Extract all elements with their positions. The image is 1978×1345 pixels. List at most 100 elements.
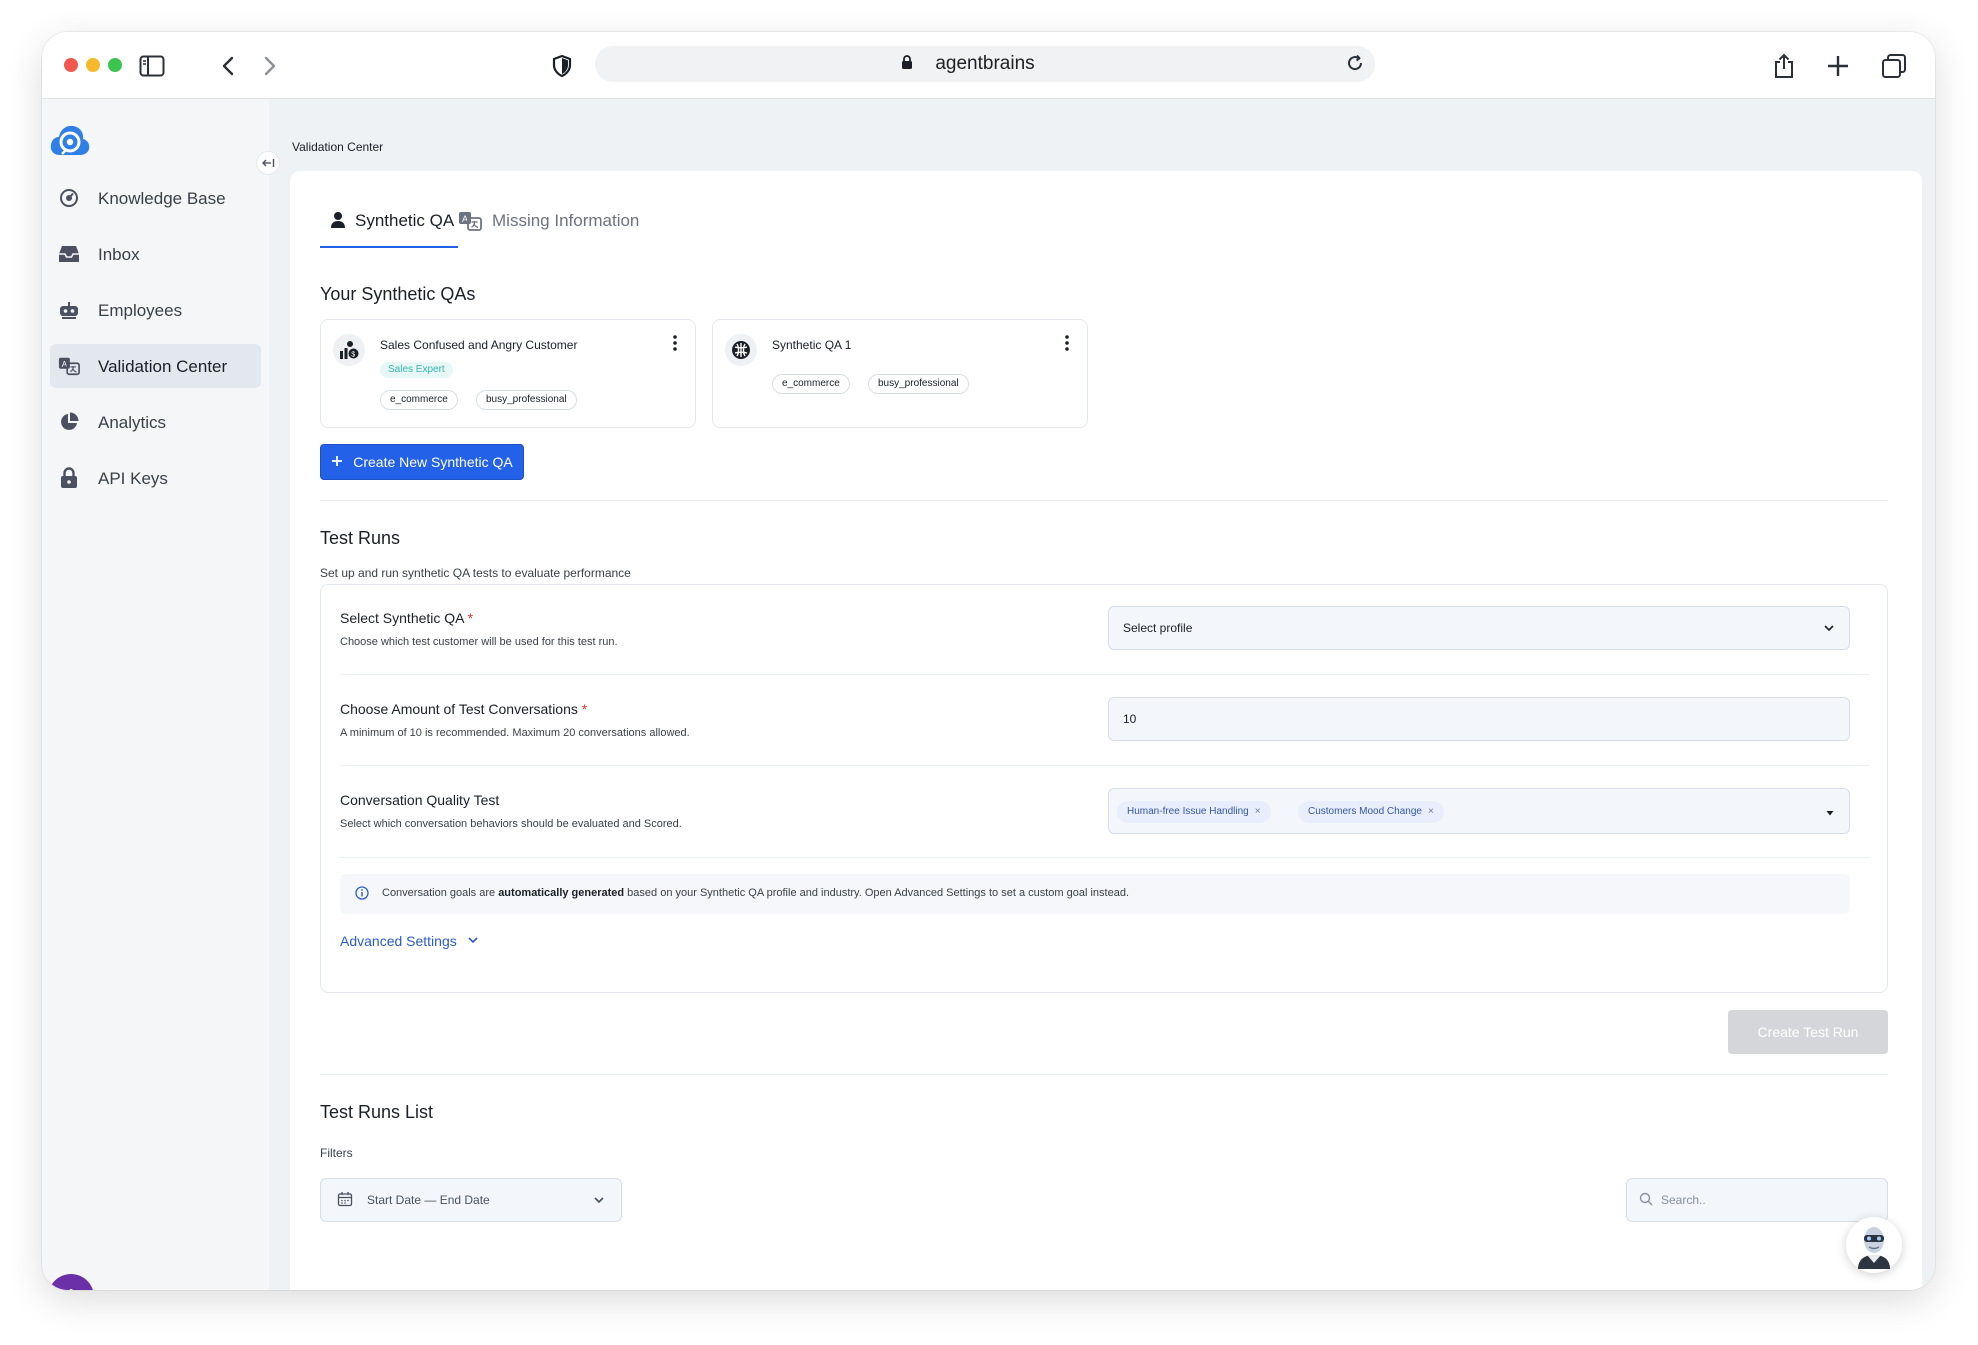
reload-icon[interactable] xyxy=(1345,53,1365,78)
section-divider xyxy=(320,500,1888,501)
plus-icon xyxy=(331,454,343,470)
dropdown-value: Select profile xyxy=(1123,621,1193,635)
selected-tag[interactable]: Human-free Issue Handling × xyxy=(1117,801,1271,823)
shield-icon[interactable] xyxy=(546,50,578,82)
field-separator xyxy=(340,857,1870,858)
sidebar-item-label: Analytics xyxy=(98,413,167,432)
translate-icon: A xyxy=(458,211,482,236)
tab-label: Synthetic QA xyxy=(355,211,455,230)
gauge-icon xyxy=(58,187,80,209)
remove-tag-icon[interactable]: × xyxy=(1255,806,1261,817)
conversation-amount-input[interactable]: 10 xyxy=(1108,697,1850,741)
chevron-down-icon xyxy=(1823,621,1835,639)
test-runs-subtitle: Set up and run synthetic QA tests to eva… xyxy=(320,566,631,580)
selected-tag[interactable]: Customers Mood Change × xyxy=(1298,801,1444,823)
info-text: Conversation goals are automatically gen… xyxy=(382,887,1130,899)
sidebar-item-api-keys[interactable]: API Keys xyxy=(50,456,261,500)
browser-window: agentbrains Knowledge Base Inbox Employe… xyxy=(42,32,1935,1290)
quality-test-label: Conversation Quality Test xyxy=(340,792,500,808)
conversation-amount-hint: A minimum of 10 is recommended. Maximum … xyxy=(340,727,690,739)
field-separator xyxy=(340,674,1870,675)
chevron-down-icon xyxy=(467,933,479,949)
filters-label: Filters xyxy=(320,1146,353,1160)
profile-avatar-icon xyxy=(725,334,757,366)
input-value: 10 xyxy=(1123,712,1137,726)
user-icon xyxy=(330,211,346,234)
pie-chart-icon xyxy=(58,411,80,433)
tag-chip: busy_professional xyxy=(868,374,969,394)
date-range-value: Start Date — End Date xyxy=(367,1193,490,1207)
synthetic-qa-card[interactable]: $ Sales Confused and Angry Customer Sale… xyxy=(320,319,696,428)
test-runs-heading: Test Runs xyxy=(320,528,401,548)
sidebar-item-validation-center[interactable]: A Validation Center xyxy=(50,344,261,388)
browser-toolbar: agentbrains xyxy=(42,32,1935,99)
new-tab-icon[interactable] xyxy=(1822,50,1854,82)
collapse-sidebar-button[interactable] xyxy=(256,151,280,175)
translate-icon: A xyxy=(58,355,80,377)
date-range-filter[interactable]: Start Date — End Date xyxy=(320,1178,622,1222)
card-title: Sales Confused and Angry Customer xyxy=(380,338,578,352)
required-marker: * xyxy=(581,701,588,717)
info-banner: Conversation goals are automatically gen… xyxy=(340,874,1850,914)
validation-panel: Synthetic QA A Missing Information Your … xyxy=(290,171,1922,1290)
app-logo-icon[interactable] xyxy=(48,121,92,161)
tab-synthetic-qa[interactable]: Synthetic QA xyxy=(320,208,458,248)
select-profile-dropdown[interactable]: Select profile xyxy=(1108,606,1850,650)
share-icon[interactable] xyxy=(1768,50,1800,82)
quality-test-multiselect[interactable]: Human-free Issue Handling × Customers Moo… xyxy=(1108,788,1850,834)
caret-down-icon xyxy=(1825,805,1835,823)
synthetic-qa-card[interactable]: Synthetic QA 1 e_commerce busy_professio… xyxy=(712,319,1088,428)
maximize-window-button[interactable] xyxy=(108,58,122,72)
test-run-form: Select Synthetic QA * Choose which test … xyxy=(320,584,1888,993)
close-window-button[interactable] xyxy=(64,58,78,72)
url-text: agentbrains xyxy=(935,53,1035,74)
advanced-settings-toggle[interactable]: Advanced Settings xyxy=(340,933,479,949)
profile-avatar-icon: $ xyxy=(333,334,365,366)
more-options-icon[interactable] xyxy=(1063,334,1071,352)
tag-chip: e_commerce xyxy=(380,390,458,410)
required-marker: * xyxy=(467,610,474,626)
search-placeholder: Search.. xyxy=(1661,1193,1706,1207)
calendar-icon xyxy=(337,1191,353,1212)
back-icon[interactable] xyxy=(212,50,244,82)
test-runs-list-heading: Test Runs List xyxy=(320,1102,434,1122)
sidebar-item-inbox[interactable]: Inbox xyxy=(50,232,261,276)
sidebar-toggle-icon[interactable] xyxy=(136,50,168,82)
create-test-run-button[interactable]: Create Test Run xyxy=(1728,1010,1888,1054)
forward-icon[interactable] xyxy=(254,50,286,82)
create-synthetic-qa-button[interactable]: Create New Synthetic QA xyxy=(320,444,524,480)
assistant-avatar-button[interactable] xyxy=(1846,1217,1902,1273)
minimize-window-button[interactable] xyxy=(86,58,100,72)
section-divider xyxy=(320,1074,1888,1075)
remove-tag-icon[interactable]: × xyxy=(1428,806,1434,817)
address-bar[interactable]: agentbrains xyxy=(595,46,1375,82)
button-label: Create New Synthetic QA xyxy=(353,454,513,470)
tab-missing-information[interactable]: A Missing Information xyxy=(458,208,678,248)
breadcrumb: Validation Center xyxy=(292,140,384,154)
sidebar-item-employees[interactable]: Employees xyxy=(50,288,261,332)
info-icon xyxy=(355,886,369,905)
select-synthetic-qa-label: Select Synthetic QA * xyxy=(340,610,474,626)
sidebar-item-analytics[interactable]: Analytics xyxy=(50,400,261,444)
search-icon xyxy=(1639,1192,1653,1211)
search-input[interactable]: Search.. xyxy=(1626,1178,1888,1222)
user-avatar[interactable]: A xyxy=(48,1274,94,1290)
main-content: Validation Center Synthetic QA A Missing… xyxy=(269,99,1935,1290)
more-options-icon[interactable] xyxy=(671,334,679,352)
sidebar-item-knowledge-base[interactable]: Knowledge Base xyxy=(50,176,261,220)
sidebar-item-label: Validation Center xyxy=(98,357,228,376)
sidebar-item-label: Inbox xyxy=(98,245,140,264)
robot-icon xyxy=(58,299,80,321)
chevron-down-icon xyxy=(593,1193,605,1211)
tag-chip: e_commerce xyxy=(772,374,850,394)
lock-icon xyxy=(58,467,80,489)
role-badge: Sales Expert xyxy=(380,362,453,378)
sidebar-item-label: Knowledge Base xyxy=(98,189,226,208)
select-synthetic-qa-hint: Choose which test customer will be used … xyxy=(340,636,618,648)
tag-chip: busy_professional xyxy=(476,390,577,410)
sidebar-item-label: Employees xyxy=(98,301,183,320)
sidebar: Knowledge Base Inbox Employees A Validat… xyxy=(42,99,269,1290)
card-title: Synthetic QA 1 xyxy=(772,338,852,352)
sidebar-item-label: API Keys xyxy=(98,469,168,488)
tabs-overview-icon[interactable] xyxy=(1878,50,1910,82)
